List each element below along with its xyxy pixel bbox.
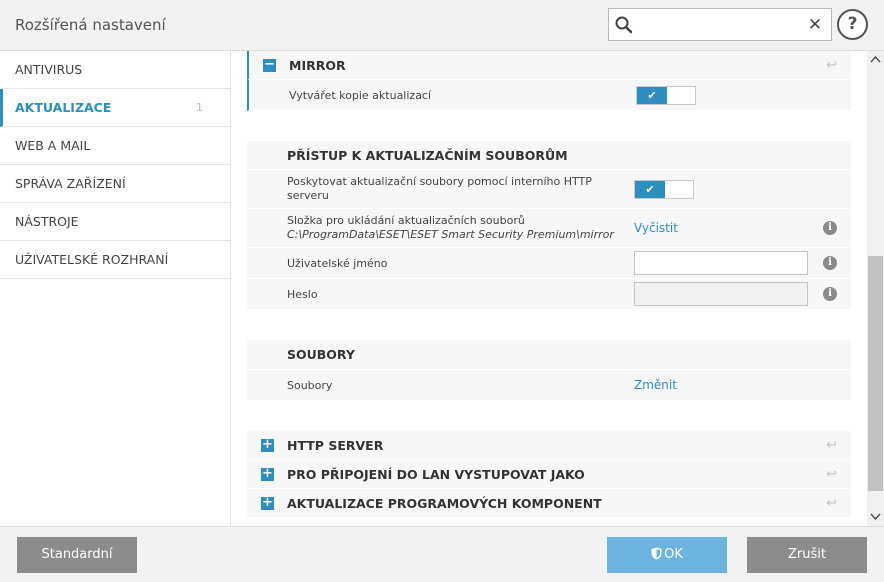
- setting-label: Složka pro ukládání aktualizačních soubo…: [287, 214, 617, 242]
- collapse-icon[interactable]: −: [263, 58, 276, 72]
- check-icon: ✔: [635, 181, 665, 198]
- folder-path: C:\ProgramData\ESET\ESET Smart Security …: [287, 228, 614, 241]
- username-field[interactable]: [634, 251, 808, 275]
- section-title: PRO PŘIPOJENÍ DO LAN VYSTUPOVAT JAKO: [287, 467, 585, 482]
- expand-icon[interactable]: +: [261, 467, 274, 481]
- setting-label: Vytvářet kopie aktualizací: [289, 89, 432, 102]
- sidebar-item-label: NÁSTROJE: [15, 214, 79, 229]
- footer: Standardní OK Zrušit: [0, 526, 884, 582]
- shield-icon: [651, 547, 662, 560]
- sidebar-item-count: 1: [196, 101, 203, 114]
- help-button[interactable]: ?: [837, 9, 868, 40]
- setting-label: Uživatelské jméno: [287, 257, 388, 270]
- create-copies-toggle[interactable]: ✔: [636, 86, 696, 105]
- clear-folder-link[interactable]: Vyčistit: [634, 221, 678, 235]
- password-field[interactable]: [634, 282, 808, 306]
- section-components-header[interactable]: + AKTUALIZACE PROGRAMOVÝCH KOMPONENT ↩: [247, 489, 851, 518]
- sidebar-item-nastroje[interactable]: NÁSTROJE: [0, 203, 230, 241]
- change-files-link[interactable]: Změnit: [634, 378, 677, 392]
- sidebar-item-label: WEB A MAIL: [15, 138, 91, 153]
- section-http-server-header[interactable]: + HTTP SERVER ↩: [247, 431, 851, 460]
- scrollbar[interactable]: [867, 51, 884, 526]
- section-title: MIRROR: [289, 58, 346, 73]
- section-spacer: [247, 310, 851, 340]
- setting-create-copies: Vytvářet kopie aktualizací ✔: [247, 80, 851, 111]
- revert-icon[interactable]: ↩: [826, 496, 837, 511]
- sidebar-item-sprava-zarizeni[interactable]: SPRÁVA ZAŘÍZENÍ: [0, 165, 230, 203]
- setting-username: Uživatelské jméno i: [247, 248, 851, 279]
- folder-label: Složka pro ukládání aktualizačních soubo…: [287, 214, 525, 227]
- section-title: HTTP SERVER: [287, 438, 384, 453]
- search-icon: [615, 16, 633, 34]
- sidebar-item-aktualizace[interactable]: AKTUALIZACE 1: [0, 89, 230, 127]
- setting-password: Heslo i: [247, 279, 851, 310]
- section-files-header: SOUBORY: [247, 340, 851, 370]
- revert-icon[interactable]: ↩: [826, 467, 837, 482]
- section-spacer: [247, 401, 851, 431]
- section-lan-header[interactable]: + PRO PŘIPOJENÍ DO LAN VYSTUPOVAT JAKO ↩: [247, 460, 851, 489]
- window-title: Rozšířená nastavení: [15, 16, 166, 34]
- provide-http-toggle[interactable]: ✔: [634, 180, 694, 199]
- header: Rozšířená nastavení ✕ ?: [0, 0, 884, 51]
- setting-provide-http: Poskytovat aktualizační soubory pomocí i…: [247, 170, 851, 209]
- setting-folder: Složka pro ukládání aktualizačních soubo…: [247, 209, 851, 248]
- info-icon[interactable]: i: [823, 221, 837, 235]
- sidebar-item-uzivatelske-rozhrani[interactable]: UŽIVATELSKÉ ROZHRANÍ: [0, 241, 230, 279]
- check-icon: ✔: [637, 87, 667, 104]
- search-box[interactable]: ✕: [608, 8, 832, 41]
- setting-label: Poskytovat aktualizační soubory pomocí i…: [287, 175, 592, 202]
- revert-icon[interactable]: ↩: [826, 438, 837, 453]
- settings-panel: − MIRROR ↩ Vytvářet kopie aktualizací ✔ …: [231, 51, 884, 526]
- section-title: SOUBORY: [287, 347, 355, 362]
- revert-icon[interactable]: ↩: [826, 58, 837, 73]
- setting-files: Soubory Změnit: [247, 370, 851, 401]
- section-spacer: [247, 111, 851, 141]
- clear-search-icon[interactable]: ✕: [805, 14, 825, 36]
- sidebar-item-web-a-mail[interactable]: WEB A MAIL: [0, 127, 230, 165]
- settings-content: − MIRROR ↩ Vytvářet kopie aktualizací ✔ …: [247, 51, 851, 518]
- sidebar-item-antivirus[interactable]: ANTIVIRUS: [0, 51, 230, 89]
- chevron-up-icon: [870, 55, 881, 63]
- info-icon[interactable]: i: [823, 256, 837, 270]
- scroll-down-icon[interactable]: [867, 509, 884, 526]
- expand-icon[interactable]: +: [261, 496, 274, 510]
- section-title: AKTUALIZACE PROGRAMOVÝCH KOMPONENT: [287, 496, 602, 511]
- sidebar-item-label: UŽIVATELSKÉ ROZHRANÍ: [15, 252, 169, 267]
- ok-button[interactable]: OK: [607, 537, 727, 573]
- cancel-button[interactable]: Zrušit: [747, 537, 867, 573]
- setting-label: Soubory: [287, 379, 333, 392]
- chevron-down-icon: [870, 513, 881, 521]
- info-icon[interactable]: i: [823, 287, 837, 301]
- default-button[interactable]: Standardní: [17, 537, 137, 573]
- sidebar: ANTIVIRUS AKTUALIZACE 1 WEB A MAIL SPRÁVA…: [0, 51, 231, 526]
- scroll-up-icon[interactable]: [867, 51, 884, 68]
- section-access-header: PŘÍSTUP K AKTUALIZAČNÍM SOUBORŮM: [247, 141, 851, 170]
- expand-icon[interactable]: +: [261, 438, 274, 452]
- sidebar-item-label: ANTIVIRUS: [15, 62, 83, 77]
- section-title: PŘÍSTUP K AKTUALIZAČNÍM SOUBORŮM: [287, 148, 568, 163]
- scroll-thumb[interactable]: [868, 256, 883, 491]
- ok-label: OK: [664, 547, 683, 562]
- section-mirror-header[interactable]: − MIRROR ↩: [247, 51, 851, 80]
- search-input[interactable]: [639, 13, 809, 37]
- setting-label: Heslo: [287, 288, 318, 301]
- sidebar-item-label: SPRÁVA ZAŘÍZENÍ: [15, 176, 126, 191]
- sidebar-item-label: AKTUALIZACE: [15, 100, 112, 115]
